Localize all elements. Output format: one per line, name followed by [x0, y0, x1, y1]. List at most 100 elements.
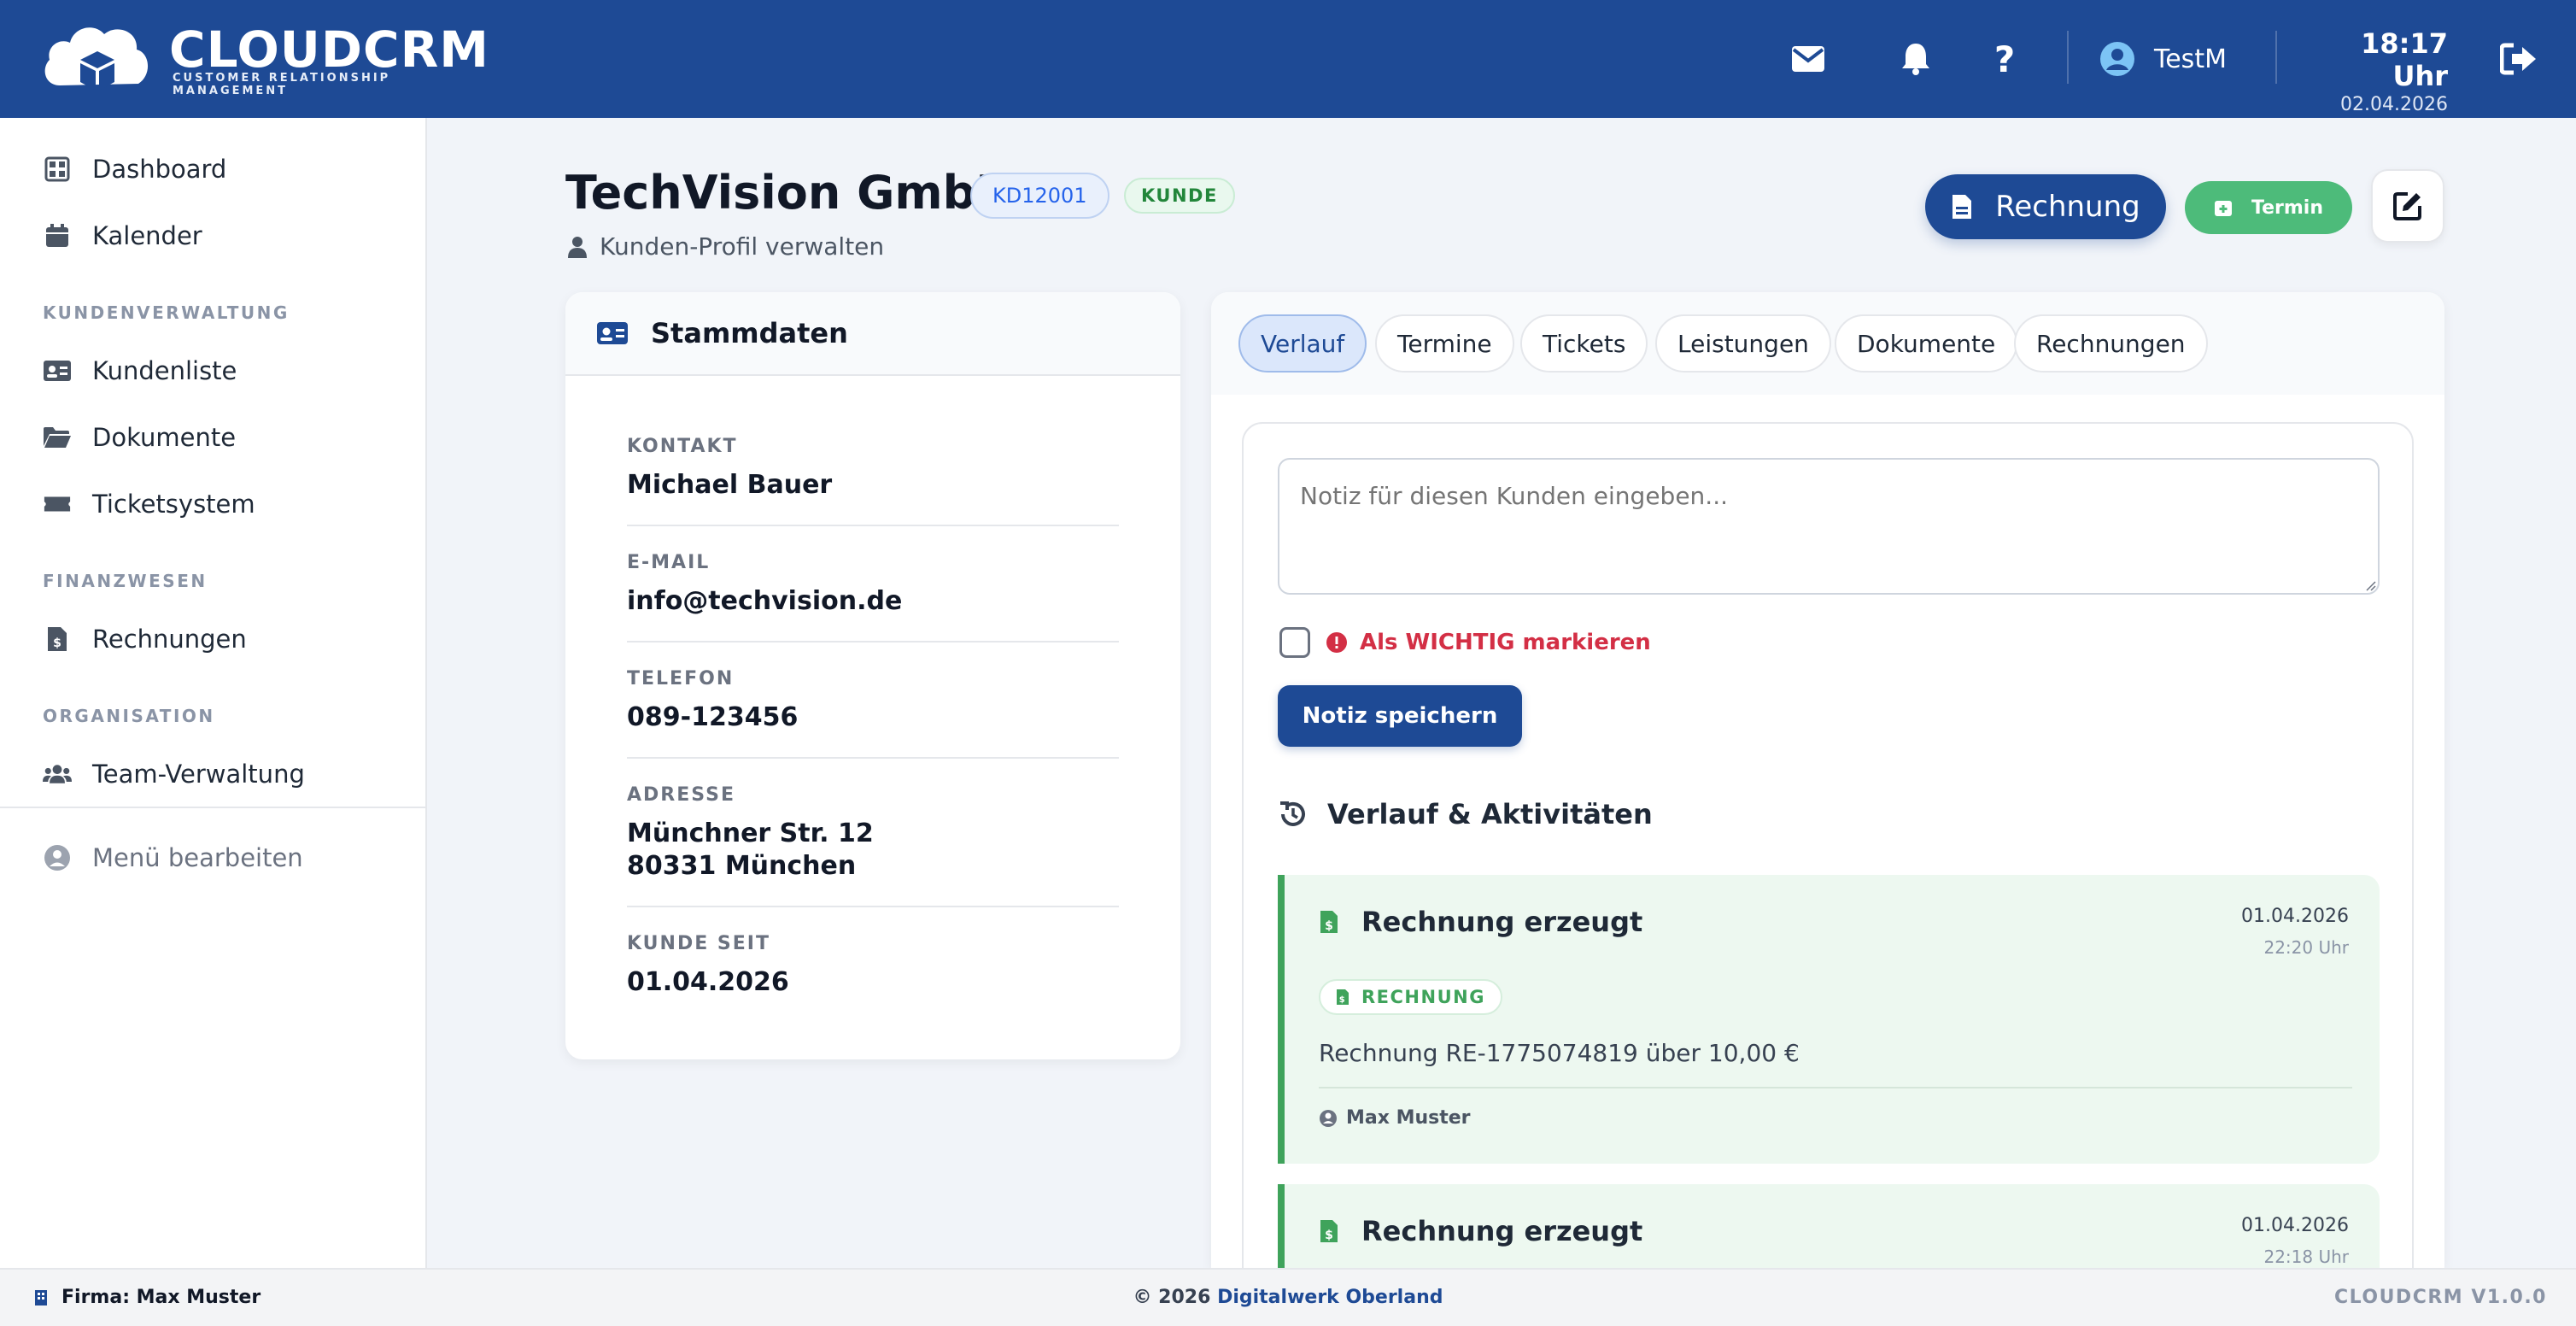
svg-text:$: $ [1325, 1229, 1333, 1242]
username: TestM [2154, 44, 2227, 74]
resize-handle-icon[interactable] [2364, 579, 2376, 591]
field-label: KUNDE SEIT [627, 933, 770, 954]
field-email: E-MAIL info@techvision.de [627, 552, 1119, 618]
calendar-plus-icon [2215, 201, 2232, 216]
sidebar-item-team-verwaltung[interactable]: Team-Verwaltung [43, 748, 305, 800]
activity-entry: $ Rechnung erzeugt 01.04.2026 22:18 Uhr [1278, 1184, 2380, 1268]
folder-icon [43, 423, 72, 452]
sidebar-item-label: Dokumente [92, 423, 237, 452]
sidebar-item-dokumente[interactable]: Dokumente [43, 412, 236, 463]
invoice-icon [1952, 195, 1972, 219]
field-label: KONTAKT [627, 436, 738, 457]
activity-description: Rechnung RE-1775074819 über 10,00 € [1319, 1039, 1800, 1067]
cloud-logo-icon [44, 27, 149, 91]
invoice-icon: $ [1320, 911, 1338, 933]
edit-button[interactable] [2371, 169, 2444, 243]
activity-title-text: Rechnung erzeugt [1361, 906, 1643, 938]
help-icon[interactable]: ? [1982, 36, 2028, 82]
id-card-icon [43, 356, 72, 385]
sidebar-item-menu-bearbeiten[interactable]: Menü bearbeiten [43, 832, 303, 883]
page-subtitle: Kunden-Profil verwalten [567, 232, 884, 261]
activity-date: 01.04.2026 22:20 Uhr [2241, 906, 2349, 958]
stammdaten-card: Stammdaten KONTAKT Michael Bauer E-MAIL … [565, 292, 1180, 1059]
section-kundenverwaltung: KUNDENVERWALTUNG [43, 302, 290, 323]
field-kontakt: KONTAKT Michael Bauer [627, 436, 1119, 502]
field-divider [627, 641, 1119, 642]
user-circle-icon [43, 843, 72, 872]
svg-text:$: $ [1339, 995, 1346, 1005]
note-input[interactable] [1278, 458, 2380, 595]
sidebar-item-label: Kundenliste [92, 356, 237, 385]
top-bar: CLOUDCRM CUSTOMER RELATIONSHIP MANAGEMEN… [0, 0, 2576, 118]
invoice-icon: $ [43, 625, 72, 654]
activity-badge-text: RECHNUNG [1361, 987, 1485, 1007]
field-value-line2: 80331 München [627, 851, 857, 881]
field-value: Münchner Str. 12 [627, 818, 874, 848]
tab-dokumente[interactable]: Dokumente [1835, 314, 2018, 373]
activity-date-value: 01.04.2026 [2241, 1215, 2349, 1236]
activity-title-text: Rechnung erzeugt [1361, 1215, 1643, 1247]
field-divider [627, 525, 1119, 526]
invoice-icon: $ [1337, 989, 1349, 1005]
sidebar-item-kundenliste[interactable]: Kundenliste [43, 345, 237, 396]
field-value: 01.04.2026 [627, 967, 789, 997]
calendar-icon [43, 221, 72, 250]
history-icon [1280, 801, 1305, 826]
tab-rechnungen[interactable]: Rechnungen [2014, 314, 2208, 373]
activity-title: $ Rechnung erzeugt [1319, 906, 1642, 938]
logout-icon[interactable] [2496, 36, 2542, 82]
activity-entry: $ Rechnung erzeugt 01.04.2026 22:20 Uhr … [1278, 875, 2380, 1164]
field-divider [627, 906, 1119, 907]
button-label: Termin [2251, 197, 2323, 219]
activity-date-value: 01.04.2026 [2241, 906, 2349, 927]
sidebar-item-dashboard[interactable]: Dashboard [43, 144, 226, 195]
section-finanzwesen: FINANZWESEN [43, 571, 208, 591]
sidebar-item-kalender[interactable]: Kalender [43, 210, 202, 261]
page-title: TechVision GmbH [565, 166, 1015, 220]
mail-icon[interactable] [1785, 36, 1831, 82]
app-logo[interactable]: CLOUDCRM CUSTOMER RELATIONSHIP MANAGEMEN… [41, 15, 489, 101]
field-label: TELEFON [627, 668, 735, 689]
verlauf-panel: Als WICHTIG markieren Notiz speichern Ve… [1242, 422, 2414, 1268]
footer-company: Firma: Max Muster [34, 1287, 261, 1308]
footer: © 2026 Digitalwerk Oberland Firma: Max M… [0, 1268, 2576, 1326]
field-value[interactable]: info@techvision.de [627, 585, 1119, 618]
field-adresse: ADRESSE Münchner Str. 12 80331 München [627, 784, 1119, 883]
subtitle-text: Kunden-Profil verwalten [600, 232, 885, 261]
footer-copyright: © 2026 Digitalwerk Oberland [0, 1287, 2576, 1308]
edit-icon [2393, 192, 2421, 220]
sidebar: Dashboard Kalender KUNDENVERWALTUNG Kund… [0, 118, 427, 1268]
history-heading: Verlauf & Aktivitäten [1278, 798, 1653, 830]
user-menu[interactable]: TestM [2099, 36, 2227, 82]
create-invoice-button[interactable]: Rechnung [1925, 174, 2166, 239]
activity-date: 01.04.2026 22:18 Uhr [2241, 1215, 2349, 1267]
id-card-icon [597, 322, 628, 344]
create-appointment-button[interactable]: Termin [2185, 181, 2352, 234]
sidebar-item-ticketsystem[interactable]: Ticketsystem [43, 478, 255, 530]
copyright-link[interactable]: Digitalwerk Oberland [1217, 1287, 1443, 1308]
field-value[interactable]: 089-123456 [627, 701, 1119, 734]
svg-text:$: $ [1325, 919, 1333, 933]
tab-tickets[interactable]: Tickets [1520, 314, 1648, 373]
sidebar-item-rechnungen[interactable]: $ Rechnungen [43, 613, 247, 665]
save-note-button[interactable]: Notiz speichern [1278, 685, 1522, 747]
customer-id-badge: KD12001 [970, 173, 1109, 219]
field-divider [627, 757, 1119, 759]
activity-type-badge: $ RECHNUNG [1319, 979, 1502, 1015]
status-badge: KUNDE [1124, 178, 1235, 214]
current-time: 18:17 Uhr [2361, 27, 2448, 92]
tab-verlauf[interactable]: Verlauf [1238, 314, 1367, 373]
activity-time: 22:18 Uhr [2263, 1247, 2349, 1267]
activity-time: 22:20 Uhr [2263, 937, 2349, 958]
tab-leistungen[interactable]: Leistungen [1655, 314, 1831, 373]
company-name: Firma: Max Muster [61, 1287, 261, 1308]
users-icon [43, 760, 72, 789]
header-divider [2067, 31, 2069, 84]
sidebar-divider [0, 807, 425, 808]
activity-title: $ Rechnung erzeugt [1319, 1215, 1642, 1247]
tab-termine[interactable]: Termine [1375, 314, 1514, 373]
important-checkbox[interactable] [1279, 627, 1310, 658]
user-icon [568, 236, 587, 258]
bell-icon[interactable] [1893, 36, 1939, 82]
stammdaten-header: Stammdaten [565, 292, 1180, 376]
